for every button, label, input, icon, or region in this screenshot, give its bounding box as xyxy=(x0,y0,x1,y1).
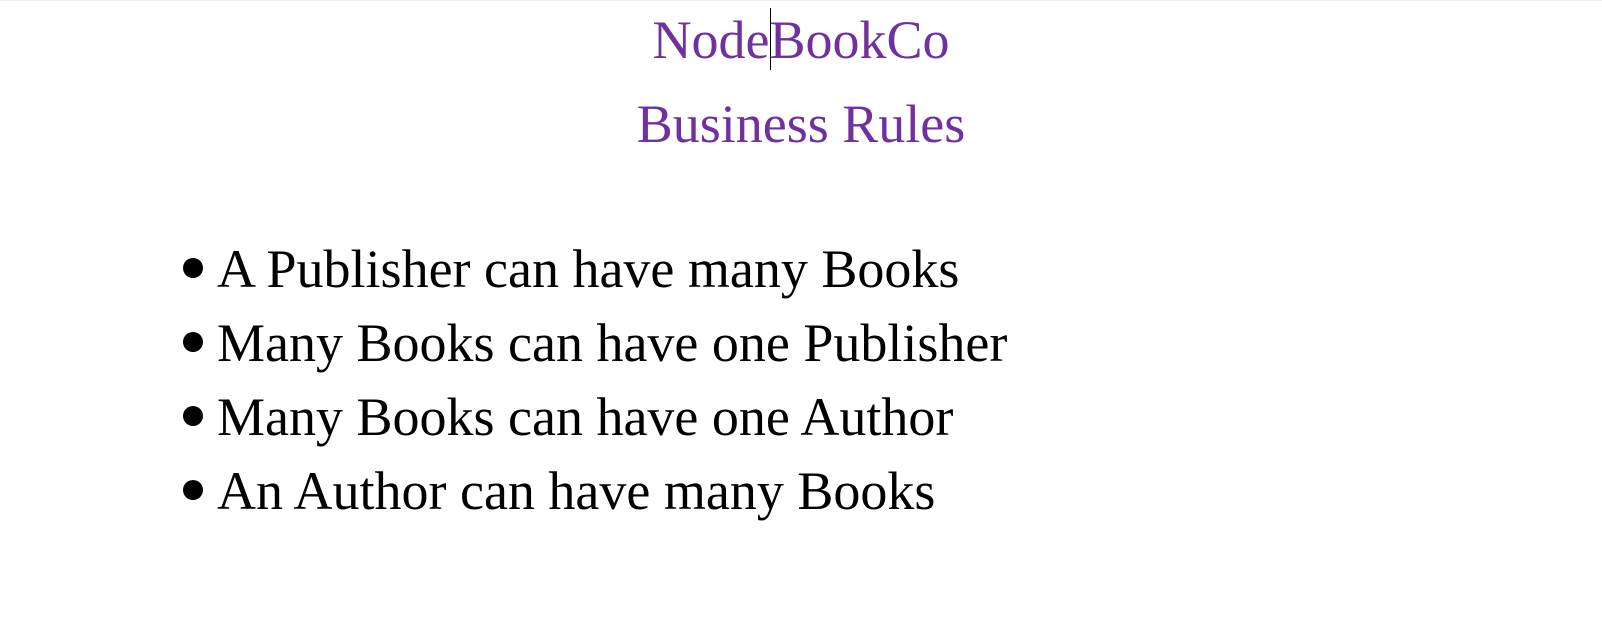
title-heading[interactable]: NodeBookCo xyxy=(0,8,1602,70)
document-title: NodeBookCo xyxy=(652,10,950,70)
rule-item[interactable]: Many Books can have one Publisher xyxy=(183,306,1007,380)
rule-text: Many Books can have one Author xyxy=(217,387,954,447)
business-rules-list: A Publisher can have many Books Many Boo… xyxy=(183,232,1007,528)
bullet-icon xyxy=(183,480,203,500)
title-text-wrap: NodeBookCo xyxy=(652,8,950,70)
document-subtitle: Business Rules xyxy=(636,94,966,154)
text-insertion-cursor xyxy=(769,8,771,70)
rule-text: Many Books can have one Publisher xyxy=(217,313,1008,373)
rule-item[interactable]: Many Books can have one Author xyxy=(183,380,1007,454)
bullet-icon xyxy=(183,332,203,352)
rule-text: A Publisher can have many Books xyxy=(217,239,960,299)
bullet-icon xyxy=(183,258,203,278)
rule-item[interactable]: A Publisher can have many Books xyxy=(183,232,1007,306)
page-top-edge xyxy=(0,0,1602,1)
rule-item[interactable]: An Author can have many Books xyxy=(183,454,1007,528)
subtitle-heading[interactable]: Business Rules xyxy=(0,94,1602,154)
rule-text: An Author can have many Books xyxy=(217,461,936,521)
bullet-icon xyxy=(183,406,203,426)
document-page[interactable]: NodeBookCo Business Rules A Publisher ca… xyxy=(0,0,1602,619)
